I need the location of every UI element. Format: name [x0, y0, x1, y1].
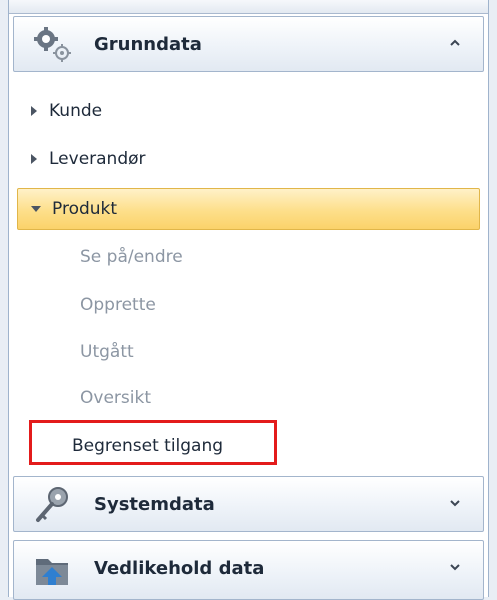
nav-item-produkt[interactable]: Produkt: [17, 188, 480, 230]
group-title-grunndata: Grunndata: [94, 34, 202, 55]
nav-item-leverandor[interactable]: Leverandør: [29, 144, 146, 174]
sub-item-se-pa-endre[interactable]: Se på/endre: [80, 243, 183, 271]
nav-item-label: Produkt: [52, 199, 118, 219]
previous-group-edge: [9, 0, 488, 14]
group-header-grunndata[interactable]: Grunndata: [13, 16, 484, 72]
sub-item-oversikt[interactable]: Oversikt: [80, 384, 151, 412]
collapse-arrow-icon: [31, 206, 41, 212]
chevron-down-icon[interactable]: [447, 559, 463, 575]
group-header-vedlikehold[interactable]: Vedlikehold data: [13, 540, 484, 600]
group-title-systemdata: Systemdata: [94, 494, 215, 515]
group-title-vedlikehold: Vedlikehold data: [94, 558, 265, 579]
chevron-up-icon[interactable]: [447, 35, 463, 51]
expand-arrow-icon: [31, 154, 37, 164]
folder-arrow-icon: [36, 559, 68, 585]
gears-icon: [34, 27, 71, 62]
sub-item-opprette[interactable]: Opprette: [80, 291, 156, 319]
nav-item-label: Kunde: [49, 101, 103, 121]
navigation-panel: Grunndata Kunde Leverandør Produkt Se på…: [8, 0, 489, 600]
group-header-systemdata[interactable]: Systemdata: [13, 476, 484, 532]
sub-item-utgatt[interactable]: Utgått: [80, 338, 134, 366]
expand-arrow-icon: [31, 106, 37, 116]
sub-item-begrenset-tilgang[interactable]: Begrenset tilgang: [72, 436, 223, 456]
chevron-down-icon[interactable]: [447, 495, 463, 511]
nav-item-kunde[interactable]: Kunde: [29, 96, 102, 126]
nav-item-label: Leverandør: [49, 149, 146, 169]
key-icon: [36, 487, 68, 522]
